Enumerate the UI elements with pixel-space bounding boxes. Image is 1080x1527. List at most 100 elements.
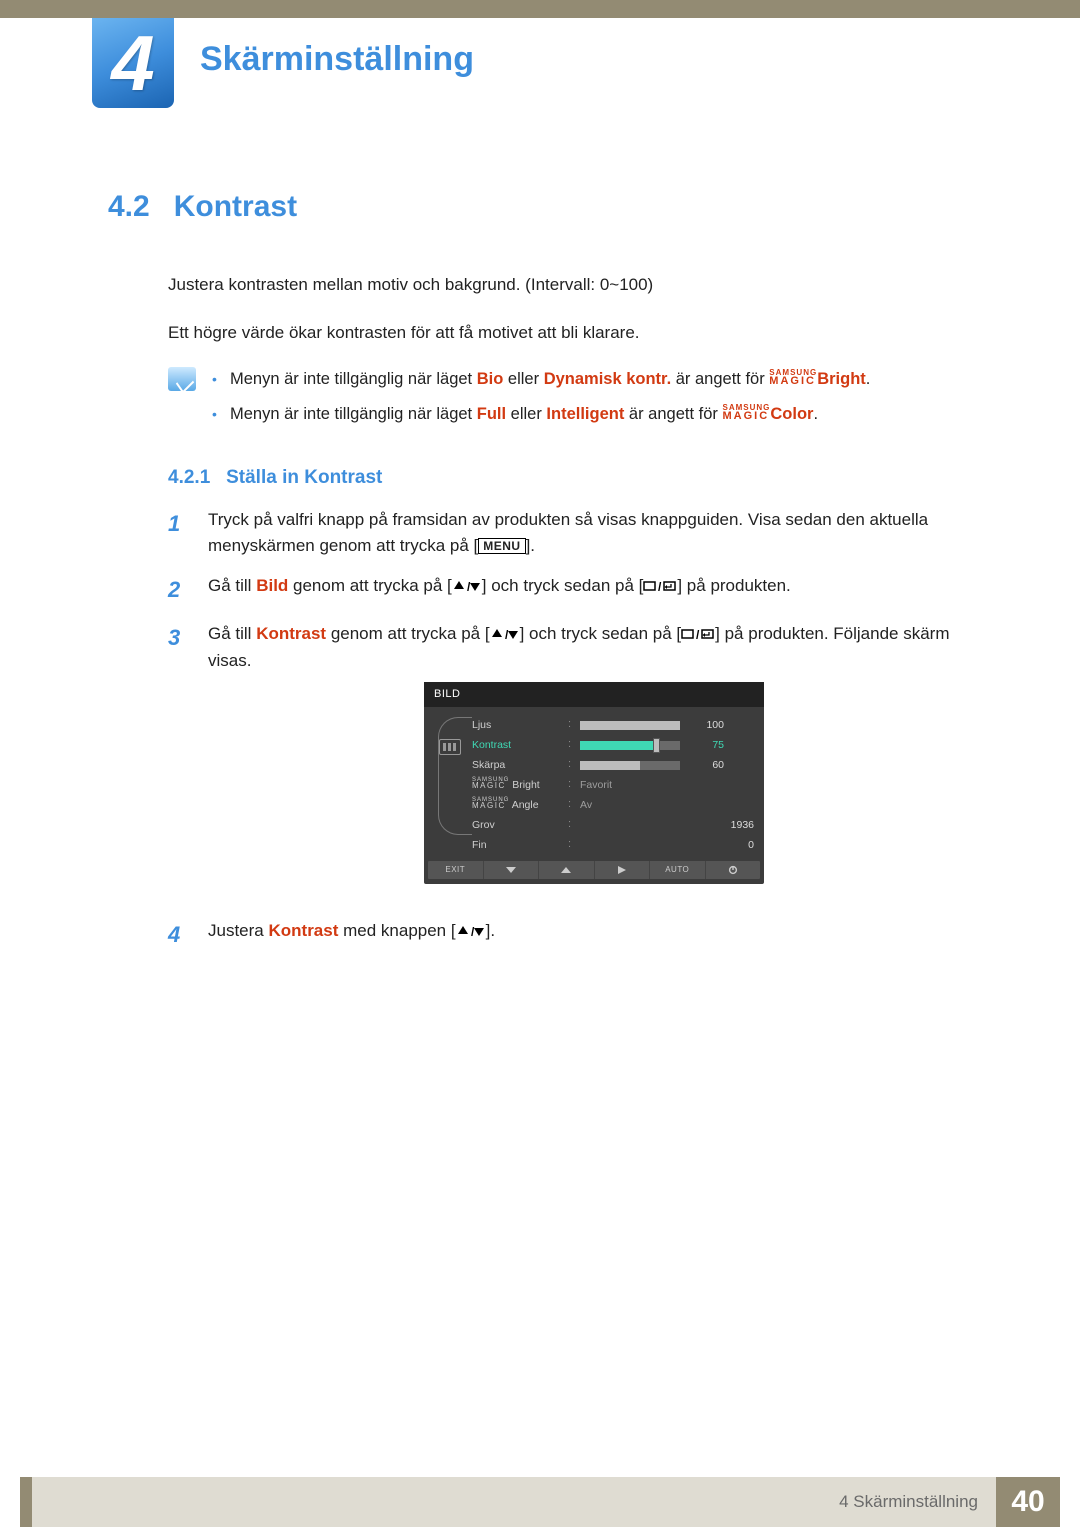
- note-text: är angett för: [624, 405, 722, 423]
- step-text: ] och tryck sedan på [: [520, 624, 682, 643]
- subsection-title: Ställa in Kontrast: [226, 467, 382, 488]
- osd-value-text: Av: [580, 797, 592, 813]
- step-number: 2: [168, 573, 190, 607]
- step-text: genom att trycka på [: [326, 624, 489, 643]
- osd-foot-up-icon: [539, 861, 595, 879]
- samsung-magic-logo: SAMSUNGMAGIC: [722, 404, 770, 422]
- page-footer: 4 Skärminställning 40: [0, 1477, 1080, 1527]
- osd-value: 60: [686, 757, 724, 773]
- page-content: 4.2 Kontrast Justera kontrasten mellan m…: [108, 190, 980, 966]
- osd-label: Ljus: [472, 717, 562, 733]
- osd-foot-auto: AUTO: [650, 861, 706, 879]
- osd-row: SAMSUNGMAGIC Angle: Av: [472, 795, 754, 815]
- step-highlight: Bild: [256, 576, 288, 595]
- section-number: 4.2: [108, 190, 150, 224]
- osd-screenshot: BILD Ljus: 100: [424, 682, 764, 884]
- osd-slider: [580, 721, 680, 730]
- intro-paragraph-2: Ett högre värde ökar kontrasten för att …: [168, 320, 980, 346]
- chapter-title: Skärminställning: [200, 40, 474, 79]
- osd-value: 100: [686, 717, 724, 733]
- osd-label: Kontrast: [472, 737, 562, 753]
- step-text: ] och tryck sedan på [: [482, 576, 644, 595]
- step-highlight: Kontrast: [256, 624, 326, 643]
- note-highlight: Bright: [817, 370, 866, 388]
- note-highlight: Dynamisk kontr.: [544, 370, 671, 388]
- osd-value: 0: [716, 837, 754, 853]
- footer-accent: [20, 1477, 32, 1527]
- source-enter-icon: /: [681, 627, 715, 641]
- note-highlight: Intelligent: [546, 405, 624, 423]
- footer-bar: 4 Skärminställning: [32, 1477, 996, 1527]
- step-text: ].: [526, 536, 535, 555]
- step-item: 3 Gå till Kontrast genom att trycka på […: [168, 621, 980, 904]
- osd-slider: [580, 761, 680, 770]
- up-down-arrow-icon: /: [490, 627, 520, 641]
- step-number: 4: [168, 918, 190, 952]
- osd-foot-exit: EXIT: [428, 861, 484, 879]
- top-accent-bar: [0, 0, 1080, 18]
- intro-paragraph-1: Justera kontrasten mellan motiv och bakg…: [168, 272, 980, 298]
- note-text: Menyn är inte tillgänglig när läget: [230, 370, 477, 388]
- note-text: eller: [506, 405, 546, 423]
- note-icon: [168, 367, 196, 391]
- note-item: Menyn är inte tillgänglig när läget Bio …: [212, 367, 870, 392]
- note-text: .: [813, 405, 818, 423]
- osd-label: SAMSUNGMAGIC Angle: [472, 797, 562, 813]
- step-number: 1: [168, 507, 190, 560]
- up-down-arrow-icon: /: [456, 924, 486, 938]
- osd-slider: [580, 741, 680, 750]
- subsection-heading: 4.2.1 Ställa in Kontrast: [168, 467, 980, 489]
- up-down-arrow-icon: /: [452, 579, 482, 593]
- steps-list: 1 Tryck på valfri knapp på framsidan av …: [168, 507, 980, 953]
- osd-value: 1936: [716, 817, 754, 833]
- section-title: Kontrast: [174, 190, 297, 224]
- osd-rows: Ljus: 100 Kontrast: 75 Skärpa:: [472, 715, 754, 855]
- osd-row-selected: Kontrast: 75: [472, 735, 754, 755]
- osd-row: Ljus: 100: [472, 715, 754, 735]
- step-text: Gå till: [208, 576, 256, 595]
- step-text: genom att trycka på [: [288, 576, 451, 595]
- note-text: är angett för: [671, 370, 769, 388]
- footer-text: 4 Skärminställning: [839, 1492, 978, 1512]
- source-enter-icon: /: [643, 579, 677, 593]
- svg-text:/: /: [467, 580, 471, 593]
- note-highlight: Full: [477, 405, 506, 423]
- step-text: Tryck på valfri knapp på framsidan av pr…: [208, 510, 928, 555]
- note-text: .: [866, 370, 871, 388]
- step-body: Gå till Bild genom att trycka på [ / ] och…: [208, 573, 980, 607]
- section-heading: 4.2 Kontrast: [108, 190, 980, 224]
- note-block: Menyn är inte tillgänglig när läget Bio …: [168, 367, 980, 437]
- section-intro: Justera kontrasten mellan motiv och bakg…: [168, 272, 980, 345]
- osd-row: Grov: 1936: [472, 815, 754, 835]
- step-text: Gå till: [208, 624, 256, 643]
- osd-picture-icon: [439, 739, 461, 755]
- step-highlight: Kontrast: [268, 921, 338, 940]
- osd-sidebar: [428, 715, 472, 855]
- step-text: med knappen [: [338, 921, 455, 940]
- osd-row: Fin: 0: [472, 835, 754, 855]
- osd-label: Skärpa: [472, 757, 562, 773]
- svg-text:/: /: [658, 580, 662, 593]
- osd-row: Skärpa: 60: [472, 755, 754, 775]
- note-highlight: Color: [770, 405, 813, 423]
- note-text: eller: [503, 370, 543, 388]
- osd-value: 75: [686, 737, 724, 753]
- osd-row: SAMSUNGMAGIC Bright: Favorit: [472, 775, 754, 795]
- osd-foot-power-icon: [706, 861, 761, 879]
- step-text: ] på produkten.: [677, 576, 790, 595]
- note-item: Menyn är inte tillgänglig när läget Full…: [212, 402, 870, 427]
- osd-title: BILD: [424, 682, 764, 707]
- step-body: Gå till Kontrast genom att trycka på [ /]…: [208, 621, 980, 904]
- step-body: Tryck på valfri knapp på framsidan av pr…: [208, 507, 980, 560]
- chapter-number-tab: 4: [92, 18, 174, 108]
- step-item: 4 Justera Kontrast med knappen [/].: [168, 918, 980, 952]
- svg-text:/: /: [471, 925, 475, 938]
- osd-label: SAMSUNGMAGIC Bright: [472, 777, 562, 793]
- note-text: Menyn är inte tillgänglig när läget: [230, 405, 477, 423]
- step-body: Justera Kontrast med knappen [/].: [208, 918, 980, 952]
- menu-key-icon: MENU: [478, 538, 525, 554]
- svg-text:/: /: [505, 628, 509, 641]
- step-item: 1 Tryck på valfri knapp på framsidan av …: [168, 507, 980, 560]
- osd-label: Grov: [472, 817, 562, 833]
- footer-page-number: 40: [996, 1477, 1060, 1527]
